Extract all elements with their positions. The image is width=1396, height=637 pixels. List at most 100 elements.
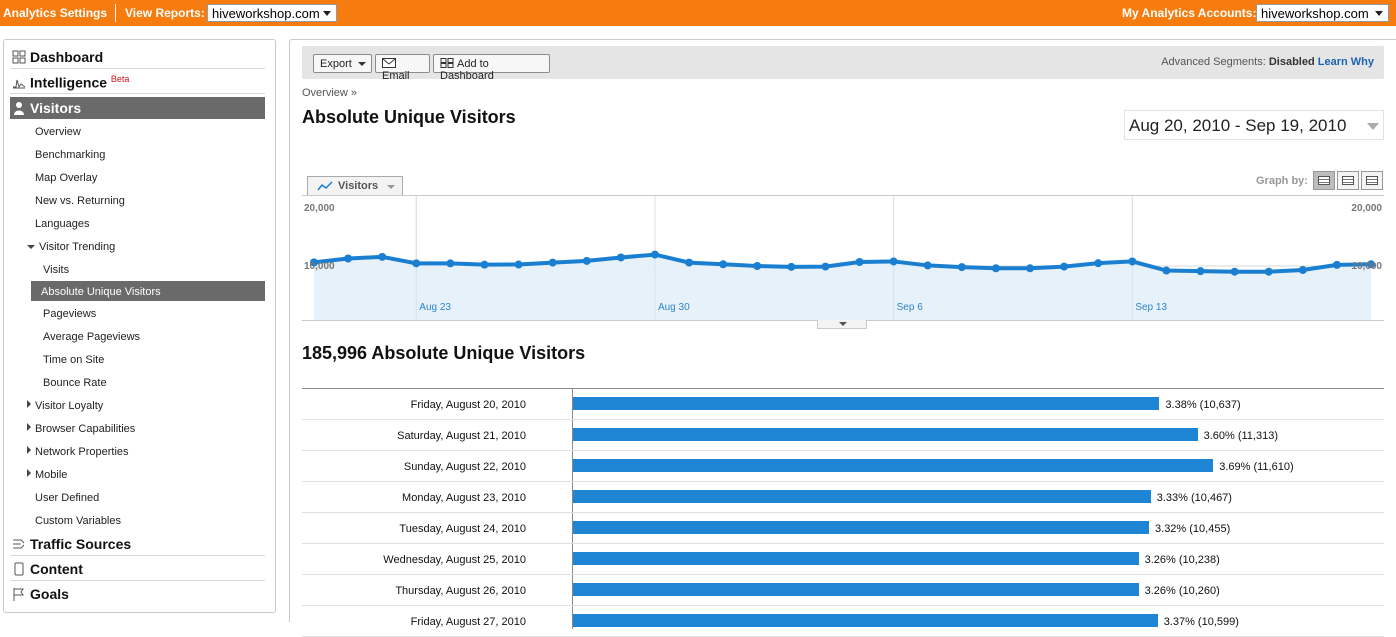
chevron-down-icon xyxy=(358,62,366,66)
data-point xyxy=(1196,267,1205,276)
sidebar-section-goals[interactable]: Goals xyxy=(10,583,265,606)
sidebar-item-label: Mobile xyxy=(35,469,68,481)
sidebar-section-label: Content xyxy=(30,561,83,577)
data-point xyxy=(1264,267,1273,276)
x-tick-label: Aug 23 xyxy=(419,302,451,313)
row-date: Friday, August 20, 2010 xyxy=(410,399,526,411)
sidebar-item-custom-variables[interactable]: Custom Variables xyxy=(35,515,121,527)
learn-why-link[interactable]: Learn Why xyxy=(1318,56,1374,68)
dashboard-grid-icon xyxy=(12,50,26,64)
table-row: Tuesday, August 24, 2010 3.32% (10,455) xyxy=(302,513,1384,544)
row-bar xyxy=(573,490,1151,503)
collapsed-triangle-icon xyxy=(27,469,31,477)
sidebar-item-label: Network Properties xyxy=(35,446,129,458)
data-point xyxy=(991,264,1000,273)
row-value: 3.60% (11,313) xyxy=(1203,430,1278,442)
total-visitors-heading: 185,996 Absolute Unique Visitors xyxy=(302,343,586,363)
envelope-icon xyxy=(382,58,396,68)
sidebar-item-languages[interactable]: Languages xyxy=(35,218,89,230)
sidebar-item-bounce-rate[interactable]: Bounce Rate xyxy=(43,377,107,389)
view-reports-select[interactable]: hiveworkshop.com xyxy=(207,4,337,22)
sidebar-item-time-on-site[interactable]: Time on Site xyxy=(43,354,104,366)
sidebar-item-mobile[interactable]: Mobile xyxy=(27,469,67,481)
advanced-segments-status: Advanced Segments: Disabled Learn Why xyxy=(1161,56,1374,68)
sidebar-item-pageviews[interactable]: Pageviews xyxy=(43,308,96,320)
chevron-down-icon xyxy=(387,185,395,189)
row-date: Sunday, August 22, 2010 xyxy=(403,461,526,473)
sidebar-section-label-wrap: Intelligence Beta xyxy=(30,74,129,91)
collapsed-triangle-icon xyxy=(27,400,31,408)
data-point xyxy=(719,260,728,269)
graph-by-month-button[interactable] xyxy=(1361,171,1383,190)
graph-metric-dropdown[interactable]: Visitors xyxy=(307,176,403,195)
sidebar-section-visitors[interactable]: Visitors xyxy=(10,97,265,119)
add-to-dashboard-button[interactable]: Add to Dashboard xyxy=(433,54,550,82)
table-row: Thursday, August 26, 2010 3.26% (10,260) xyxy=(302,575,1384,606)
row-bar xyxy=(573,459,1214,472)
y-tick-label-left: 10,000 xyxy=(304,261,335,272)
row-bar xyxy=(573,614,1158,627)
data-point xyxy=(957,263,966,272)
row-value: 3.38% (10,637) xyxy=(1165,399,1241,411)
date-range-picker[interactable]: Aug 20, 2010 - Sep 19, 2010 xyxy=(1124,110,1384,140)
sidebar-section-content[interactable]: Content xyxy=(10,558,265,581)
data-point xyxy=(378,252,387,261)
data-point xyxy=(412,259,421,268)
data-point xyxy=(685,258,694,267)
my-accounts-select[interactable]: hiveworkshop.com xyxy=(1256,4,1389,22)
data-point xyxy=(889,257,898,266)
x-tick-label: Aug 30 xyxy=(658,302,690,313)
export-label: Export xyxy=(320,58,352,70)
sidebar-item-map-overlay[interactable]: Map Overlay xyxy=(35,172,97,184)
sidebar-section-traffic-sources[interactable]: Traffic Sources xyxy=(10,533,265,556)
collapse-chart-handle[interactable] xyxy=(817,320,867,329)
row-date: Tuesday, August 24, 2010 xyxy=(399,523,526,535)
data-point xyxy=(1060,262,1069,271)
sidebar-section-dashboard[interactable]: Dashboard xyxy=(10,46,265,69)
sidebar-item-overview[interactable]: Overview xyxy=(35,126,81,138)
dashboard-grid-icon xyxy=(440,58,454,68)
sidebar-item-network-properties[interactable]: Network Properties xyxy=(27,446,129,458)
sidebar-item-benchmarking[interactable]: Benchmarking xyxy=(35,149,105,161)
report-toolbar: Export Email Add to Dashboard Advanced S… xyxy=(302,46,1384,82)
sidebar-item-absolute-unique-visitors[interactable]: Absolute Unique Visitors xyxy=(31,281,265,301)
sidebar-section-label: Goals xyxy=(30,586,69,602)
email-button[interactable]: Email xyxy=(375,54,430,82)
graph-by-day-button[interactable] xyxy=(1313,171,1335,190)
daily-visitors-table: Friday, August 20, 2010 3.38% (10,637) Sat… xyxy=(302,388,1384,637)
sidebar-item-user-defined[interactable]: User Defined xyxy=(35,492,99,504)
sidebar-item-visitor-trending[interactable]: Visitor Trending xyxy=(27,241,115,253)
export-button[interactable]: Export xyxy=(313,54,372,73)
data-point xyxy=(1298,265,1307,274)
sidebar-item-visits[interactable]: Visits xyxy=(43,264,69,276)
row-date: Friday, August 27, 2010 xyxy=(410,616,526,628)
sidebar-item-new-vs-returning[interactable]: New vs. Returning xyxy=(35,195,125,207)
graph-by-week-button[interactable] xyxy=(1337,171,1359,190)
list-icon xyxy=(1366,176,1378,185)
row-date: Monday, August 23, 2010 xyxy=(402,492,526,504)
sidebar-item-average-pageviews[interactable]: Average Pageviews xyxy=(43,331,140,343)
table-row: Friday, August 20, 2010 3.38% (10,637) xyxy=(302,389,1384,420)
flag-icon xyxy=(13,588,24,601)
data-point xyxy=(1128,257,1137,266)
graph-metric-label: Visitors xyxy=(338,180,379,192)
graph-by-label: Graph by: xyxy=(1256,175,1308,187)
line-chart-svg: Aug 23 Aug 30 Sep 6 Sep 13 20,000 20,000 10,00… xyxy=(304,196,1382,320)
person-icon xyxy=(14,102,24,115)
row-date: Thursday, August 26, 2010 xyxy=(395,585,526,597)
chevron-down-icon xyxy=(1367,123,1379,130)
view-reports-value: hiveworkshop.com xyxy=(212,6,320,21)
analytics-settings-link[interactable]: Analytics Settings xyxy=(3,6,107,20)
sidebar-section-intelligence[interactable]: Intelligence Beta xyxy=(10,71,265,94)
table-row: Saturday, August 21, 2010 3.60% (11,313) xyxy=(302,420,1384,451)
list-icon xyxy=(1342,176,1354,185)
chevron-down-icon xyxy=(1373,7,1385,19)
sidebar-item-visitor-loyalty[interactable]: Visitor Loyalty xyxy=(27,400,103,412)
data-point xyxy=(1094,259,1103,268)
data-point xyxy=(1230,267,1239,276)
row-bar xyxy=(573,521,1150,534)
advanced-segments-value: Disabled xyxy=(1268,56,1315,68)
breadcrumb[interactable]: Overview » xyxy=(302,87,357,99)
data-point xyxy=(923,261,932,270)
sidebar-item-browser-capabilities[interactable]: Browser Capabilities xyxy=(27,423,135,435)
